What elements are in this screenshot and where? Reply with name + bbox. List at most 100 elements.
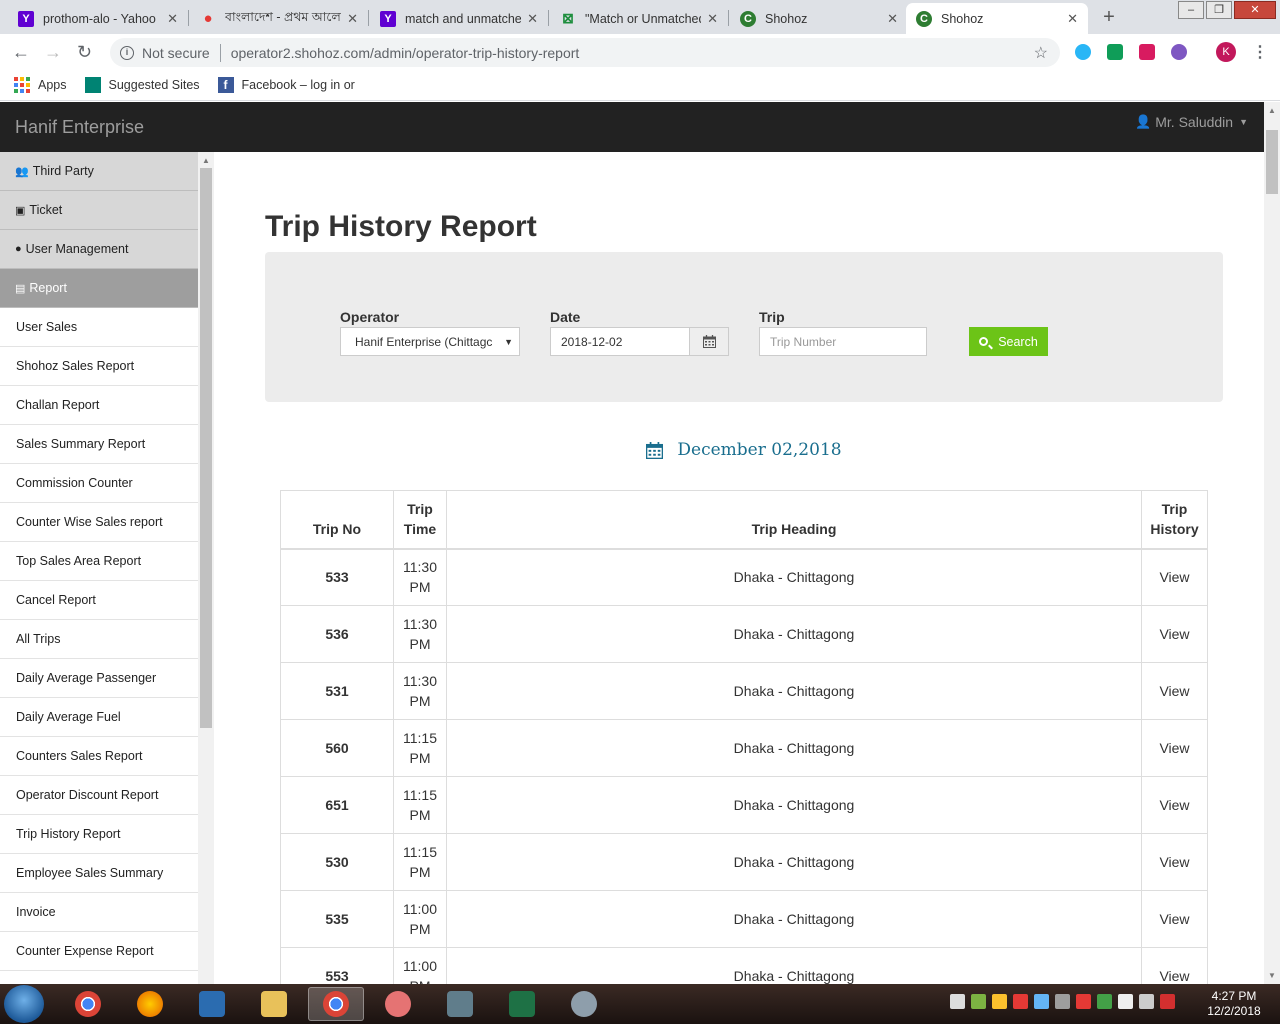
sidebar-scrollbar[interactable]: ▲ [198,152,214,984]
view-trip-history-link[interactable]: View [1141,605,1208,663]
sidebar-item-counter-wise-sales-report[interactable]: Counter Wise Sales report [0,503,198,542]
view-trip-history-link[interactable]: View [1141,548,1208,606]
view-trip-history-link[interactable]: View [1141,833,1208,891]
app-taskbar-icon[interactable] [184,987,240,1021]
brand-title[interactable]: Hanif Enterprise [15,117,144,138]
browser-tab[interactable]: C Shohoz ✕ [730,3,908,34]
close-tab-icon[interactable]: ✕ [527,11,538,27]
sidebar-item-user-sales[interactable]: User Sales [0,308,198,347]
close-tab-icon[interactable]: ✕ [347,11,358,27]
bookmark-apps[interactable]: Apps [14,77,67,93]
volume-muted-icon[interactable] [1160,994,1175,1009]
sidebar-section-report[interactable]: ▤ Report [0,269,198,308]
scroll-up-icon[interactable]: ▲ [1268,106,1276,115]
sidebar-item-counter-expense-report[interactable]: Counter Expense Report [0,932,198,971]
sidebar-item-trip-history-report[interactable]: Trip History Report [0,815,198,854]
close-tab-icon[interactable]: ✕ [1067,11,1078,27]
flag-icon[interactable] [1118,994,1133,1009]
browser-tab-active[interactable]: C Shohoz ✕ [906,3,1088,34]
chrome-active-taskbar-icon[interactable] [308,987,364,1021]
explorer-taskbar-icon[interactable] [246,987,302,1021]
browser-tab[interactable]: Y prothom-alo - Yahoo ✕ [8,3,188,34]
bookmark-suggested-sites[interactable]: Suggested Sites [84,77,200,93]
url-text[interactable]: operator2.shohoz.com/admin/operator-trip… [231,45,580,61]
maximize-button[interactable]: ❐ [1206,1,1232,19]
date-label: Date [550,309,581,325]
sidebar-item-sales-summary-report[interactable]: Sales Summary Report [0,425,198,464]
bookmark-star-icon[interactable]: ☆ [1034,43,1048,63]
omnibox[interactable]: i Not secure operator2.shohoz.com/admin/… [110,38,1060,67]
sidebar-item-operator-discount-report[interactable]: Operator Discount Report [0,776,198,815]
back-icon[interactable]: ← [12,42,30,63]
view-trip-history-link[interactable]: View [1141,947,1208,984]
tray-icon[interactable] [950,994,965,1009]
sidebar-section-user-management[interactable]: ● User Management [0,230,198,269]
search-button[interactable]: Search [969,327,1048,356]
column-header-trip-no: Trip No [280,490,394,550]
calendar-picker-button[interactable] [689,327,729,356]
excel-taskbar-icon[interactable] [494,987,550,1021]
extension-icon[interactable] [1171,44,1187,60]
scroll-up-icon[interactable]: ▲ [202,156,210,165]
view-trip-history-link[interactable]: View [1141,719,1208,777]
page-scroll-thumb[interactable] [1266,130,1278,194]
sidebar-item-daily-average-fuel[interactable]: Daily Average Fuel [0,698,198,737]
extension-icon[interactable] [1075,44,1091,60]
sidebar-item-shohoz-sales-report[interactable]: Shohoz Sales Report [0,347,198,386]
profile-avatar[interactable]: K [1216,42,1236,62]
sidebar-item-challan-report[interactable]: Challan Report [0,386,198,425]
sidebar-item-daily-average-passenger[interactable]: Daily Average Passenger [0,659,198,698]
close-tab-icon[interactable]: ✕ [707,11,718,27]
scroll-down-icon[interactable]: ▼ [1268,971,1276,980]
start-button[interactable] [4,985,44,1023]
paint-taskbar-icon[interactable] [556,987,612,1021]
sidebar-item-invoice[interactable]: Invoice [0,893,198,932]
sidebar-scroll-thumb[interactable] [200,168,212,728]
snipping-taskbar-icon[interactable] [370,987,426,1021]
network-taskbar-icon[interactable] [432,987,488,1021]
tray-icon[interactable] [1055,994,1070,1009]
sidebar-item-employee-sales-summary[interactable]: Employee Sales Summary [0,854,198,893]
firefox-taskbar-icon[interactable] [122,987,178,1021]
browser-tab[interactable]: Y match and unmatched ✕ [370,3,548,34]
tray-icon[interactable] [1034,994,1049,1009]
forward-icon[interactable]: → [44,42,62,63]
user-name: Mr. Saluddin [1155,114,1234,130]
view-trip-history-link[interactable]: View [1141,662,1208,720]
sidebar-item-top-sales-area-report[interactable]: Top Sales Area Report [0,542,198,581]
minimize-button[interactable]: – [1178,1,1204,19]
date-input[interactable]: 2018-12-02 [550,327,690,356]
network-signal-icon[interactable] [1139,994,1154,1009]
sidebar-item-cancel-report[interactable]: Cancel Report [0,581,198,620]
browser-menu-icon[interactable]: ⋮ [1252,42,1268,62]
operator-select[interactable]: Hanif Enterprise (Chittagc ▼ [340,327,520,356]
info-icon[interactable]: i [120,45,134,60]
tray-icon[interactable] [1076,994,1091,1009]
sidebar-item-commission-counter[interactable]: Commission Counter [0,464,198,503]
close-tab-icon[interactable]: ✕ [167,11,178,27]
reload-icon[interactable]: ↻ [77,42,92,63]
close-tab-icon[interactable]: ✕ [887,11,898,27]
taskbar-clock[interactable]: 4:27 PM 12/2/2018 [1196,989,1272,1019]
trip-number-input[interactable]: Trip Number [759,327,927,356]
tray-icon[interactable] [1013,994,1028,1009]
sidebar-section-ticket[interactable]: ▣ Ticket [0,191,198,230]
sidebar-item-counters-sales-report[interactable]: Counters Sales Report [0,737,198,776]
extension-icon[interactable] [1139,44,1155,60]
sidebar-item-all-trips[interactable]: All Trips [0,620,198,659]
browser-tab[interactable]: ⊠ "Match or Unmatched ✕ [550,3,728,34]
new-tab-button[interactable]: + [1097,6,1121,30]
view-trip-history-link[interactable]: View [1141,776,1208,834]
view-trip-history-link[interactable]: View [1141,890,1208,948]
browser-tab[interactable]: ● বাংলাদেশ - প্রথম আলো ✕ [190,3,368,34]
tray-icon[interactable] [992,994,1007,1009]
sidebar-section-third-party[interactable]: 👥 Third Party [0,152,198,191]
page-scrollbar[interactable]: ▲ ▼ [1264,102,1280,984]
tray-icon[interactable] [1097,994,1112,1009]
user-dropdown[interactable]: 👤 Mr. Saluddin ▼ [1135,114,1248,130]
tray-icon[interactable] [971,994,986,1009]
bookmark-facebook[interactable]: f Facebook – log in or [217,77,355,93]
window-close-button[interactable]: ✕ [1234,1,1276,19]
extension-icon[interactable] [1107,44,1123,60]
chrome-taskbar-icon[interactable] [60,987,116,1021]
